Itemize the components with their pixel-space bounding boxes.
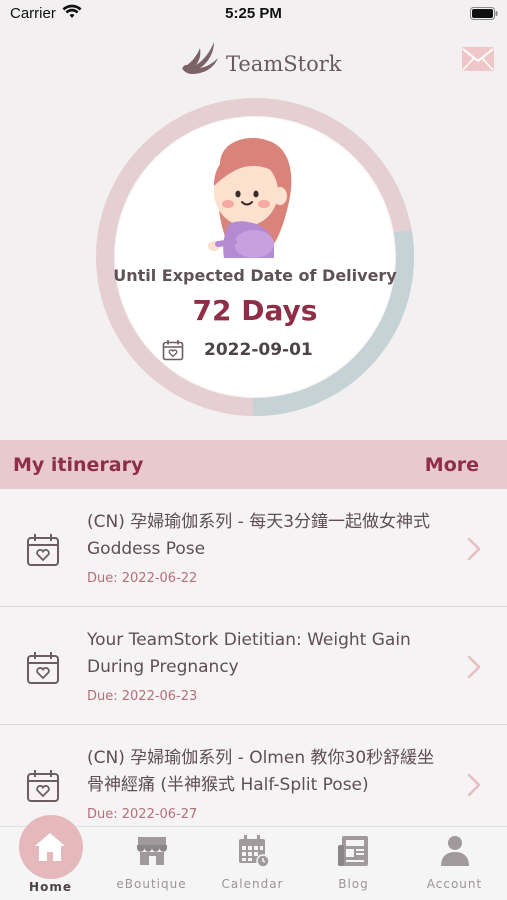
tab-label: eBoutique bbox=[116, 877, 187, 891]
pregnant-woman-avatar-icon bbox=[208, 137, 292, 258]
tab-label: Blog bbox=[338, 877, 369, 891]
item-due-date: Due: 2022-06-22 bbox=[87, 571, 198, 586]
item-due-date: Due: 2022-06-23 bbox=[87, 689, 198, 704]
status-bar: Carrier 5:25 PM bbox=[0, 0, 507, 30]
chevron-right-icon bbox=[467, 537, 481, 561]
tab-eboutique[interactable]: eBoutique bbox=[101, 827, 202, 900]
tab-home[interactable]: Home bbox=[0, 815, 101, 900]
stork-logo-icon bbox=[182, 42, 218, 74]
tab-account[interactable]: Account bbox=[404, 827, 505, 900]
item-title: (CN) 孕婦瑜伽系列 - 每天3分鐘一起做女神式 Goddess Pose bbox=[87, 512, 431, 559]
calendar-heart-icon bbox=[162, 340, 184, 361]
calendar-heart-icon bbox=[27, 770, 59, 802]
itinerary-title: My itinerary bbox=[13, 454, 144, 476]
chevron-right-icon bbox=[467, 655, 481, 679]
tab-label: Account bbox=[426, 877, 483, 891]
days-remaining: 72 Days bbox=[192, 294, 318, 327]
calendar-heart-icon bbox=[27, 534, 59, 566]
until-delivery-label: Until Expected Date of Delivery bbox=[113, 266, 397, 285]
person-icon bbox=[441, 836, 469, 866]
tab-label: Calendar bbox=[221, 877, 284, 891]
tab-label: Home bbox=[29, 880, 72, 894]
due-date-row: 2022-09-01 bbox=[162, 338, 352, 364]
tab-bar: Home eBoutique Calendar Blog Account bbox=[0, 815, 507, 900]
list-item[interactable]: Your TeamStork Dietitian: Weight Gain Du… bbox=[0, 607, 507, 725]
store-icon bbox=[137, 837, 167, 865]
list-item[interactable]: (CN) 孕婦瑜伽系列 - 每天3分鐘一起做女神式 Goddess Pose D… bbox=[0, 489, 507, 607]
battery-icon bbox=[470, 7, 498, 20]
calendar-icon bbox=[239, 835, 270, 868]
item-due-date: Due: 2022-06-27 bbox=[87, 807, 198, 822]
countdown-card: Until Expected Date of Delivery 72 Days … bbox=[96, 98, 414, 416]
app-header: TeamStork bbox=[0, 30, 507, 90]
item-title: (CN) 孕婦瑜伽系列 - Olmen 教你30秒舒緩坐骨神經痛 (半神猴式 H… bbox=[87, 748, 435, 795]
more-link[interactable]: More bbox=[425, 454, 479, 476]
app-name: TeamStork bbox=[226, 52, 342, 76]
newspaper-icon bbox=[338, 836, 368, 866]
clock: 5:25 PM bbox=[225, 5, 282, 22]
due-date: 2022-09-01 bbox=[204, 340, 313, 360]
itinerary-header: My itinerary More bbox=[0, 440, 507, 489]
tab-calendar[interactable]: Calendar bbox=[202, 827, 303, 900]
item-title: Your TeamStork Dietitian: Weight Gain Du… bbox=[87, 630, 411, 677]
chevron-right-icon bbox=[467, 773, 481, 797]
mail-icon[interactable] bbox=[461, 45, 495, 73]
home-icon bbox=[35, 833, 65, 861]
tab-blog[interactable]: Blog bbox=[303, 827, 404, 900]
calendar-heart-icon bbox=[27, 652, 59, 684]
